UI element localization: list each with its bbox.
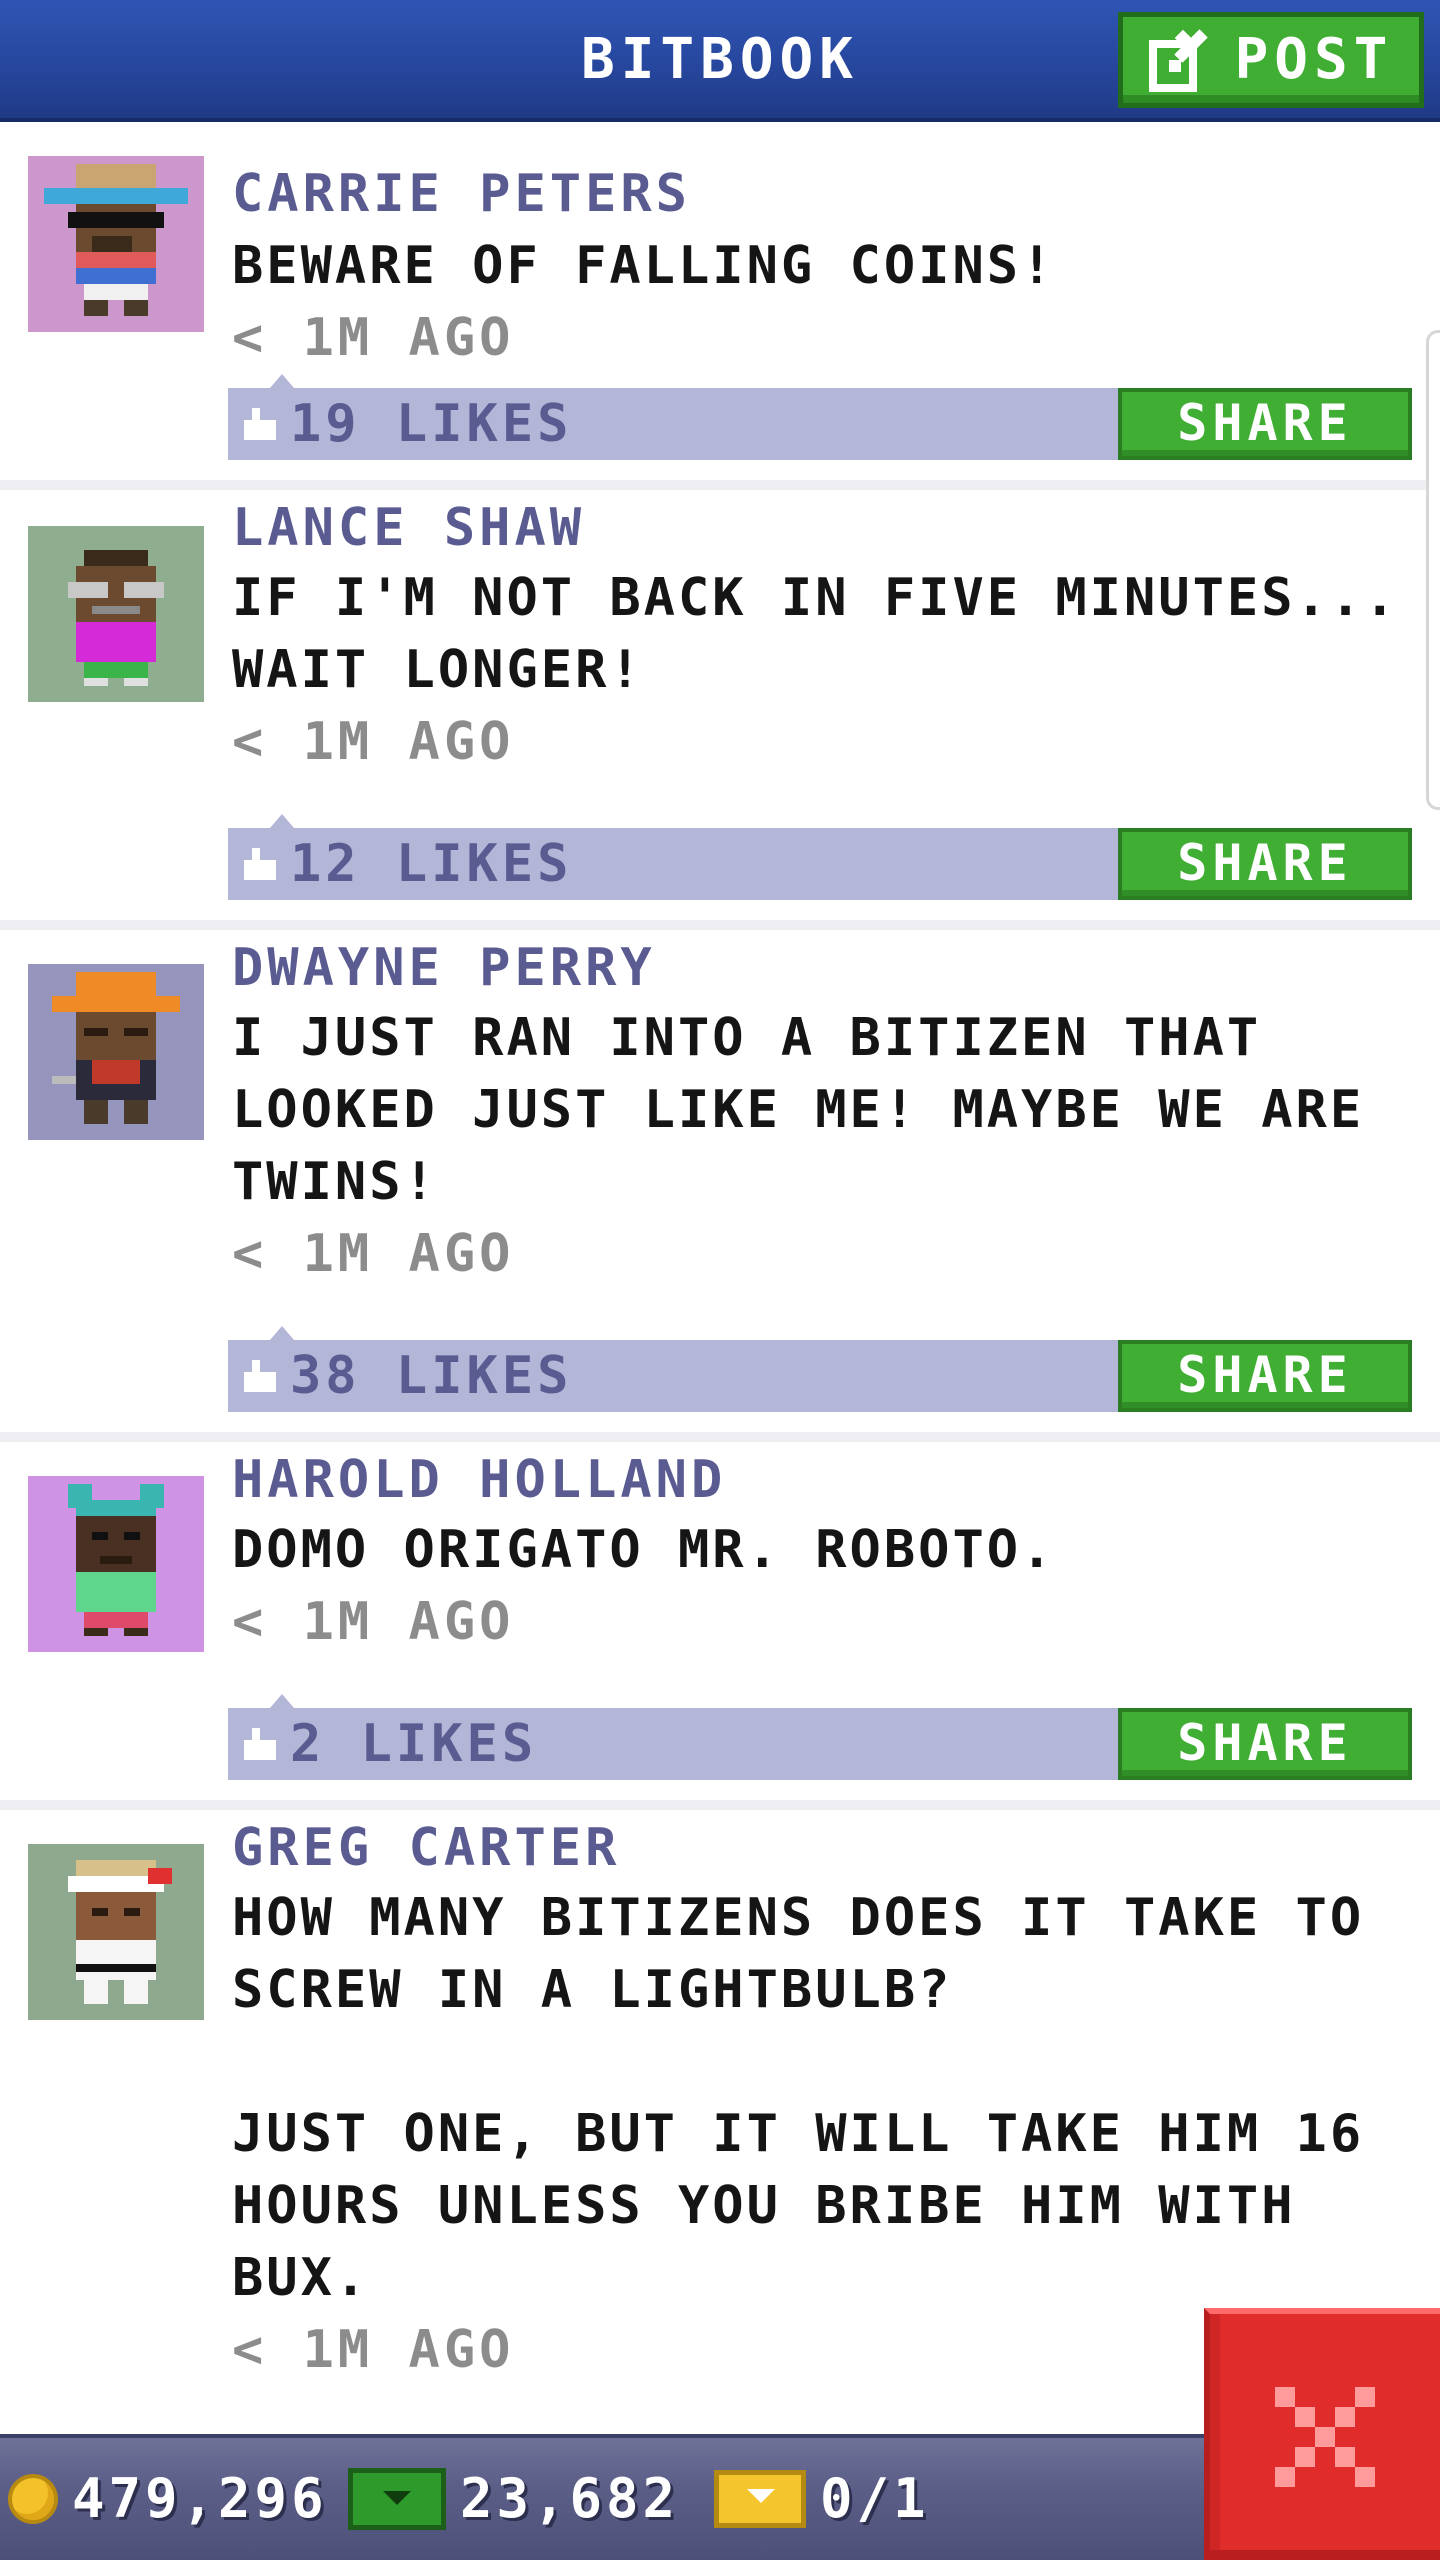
post-timestamp: < 1M AGO — [232, 1592, 515, 1652]
post-message: DOMO ORIGATO MR. ROBOTO. — [232, 1520, 1056, 1580]
bux-display[interactable]: 23,682 — [348, 2438, 679, 2560]
avatar[interactable] — [28, 1844, 204, 2020]
share-button[interactable]: SHARE — [1118, 388, 1412, 460]
likes-count: 19 LIKES — [290, 394, 573, 454]
share-button[interactable]: SHARE — [1118, 1708, 1412, 1780]
ticket-icon — [714, 2470, 806, 2528]
tickets-count: 0/1 — [820, 2467, 930, 2530]
likes-count: 2 LIKES — [290, 1714, 538, 1774]
bux-count: 23,682 — [460, 2467, 680, 2530]
post-timestamp: < 1M AGO — [232, 712, 515, 772]
coin-icon — [8, 2474, 58, 2524]
coins-count: 479,296 — [72, 2467, 328, 2530]
feed-post: CARRIE PETERS BEWARE OF FALLING COINS! <… — [0, 122, 1440, 490]
post-timestamp: < 1M AGO — [232, 1224, 515, 1284]
post-message: IF I'M NOT BACK IN FIVE MINUTES... WAIT … — [232, 568, 1399, 700]
feed-post: DWAYNE PERRY I JUST RAN INTO A BITIZEN T… — [0, 930, 1440, 1442]
thumbs-up-icon — [244, 1360, 276, 1392]
post-message: I JUST RAN INTO A BITIZEN THAT LOOKED JU… — [232, 1008, 1365, 1212]
like-button[interactable]: 2 LIKES — [240, 1708, 537, 1780]
like-button[interactable]: 12 LIKES — [240, 828, 572, 900]
like-button[interactable]: 19 LIKES — [240, 388, 572, 460]
like-button[interactable]: 38 LIKES — [240, 1340, 572, 1412]
post-divider — [0, 920, 1440, 930]
post-button[interactable]: POST — [1118, 12, 1424, 108]
feed-post: HAROLD HOLLAND DOMO ORIGATO MR. ROBOTO. … — [0, 1442, 1440, 1810]
avatar-cat-ears-icon — [68, 1484, 164, 1636]
scrollbar[interactable] — [1426, 330, 1440, 810]
avatar-hardhat-icon — [52, 972, 180, 1124]
share-button[interactable]: SHARE — [1118, 1340, 1412, 1412]
avatar[interactable] — [28, 964, 204, 1140]
likes-bar: 2 LIKES SHARE — [228, 1694, 1412, 1780]
post-timestamp: < 1M AGO — [232, 308, 515, 368]
close-button[interactable] — [1204, 2308, 1440, 2560]
post-message: BEWARE OF FALLING COINS! — [232, 236, 1056, 296]
post-divider — [0, 480, 1440, 490]
post-divider — [0, 1800, 1440, 1810]
close-icon — [1275, 2387, 1375, 2487]
avatar-sombrero-icon — [44, 164, 188, 316]
post-author[interactable]: DWAYNE PERRY — [232, 932, 656, 1004]
post-divider — [0, 1432, 1440, 1442]
feed-list[interactable]: CARRIE PETERS BEWARE OF FALLING COINS! <… — [0, 122, 1440, 2438]
likes-bar: 38 LIKES SHARE — [228, 1326, 1412, 1412]
thumbs-up-icon — [244, 1728, 276, 1760]
coins-display: 479,296 — [8, 2438, 328, 2560]
post-author[interactable]: CARRIE PETERS — [232, 158, 691, 230]
avatar[interactable] — [28, 156, 204, 332]
bitbook-screen: BITBOOK POST CARRIE PETERS BEWARE OF FAL… — [0, 0, 1440, 2560]
likes-count: 12 LIKES — [290, 834, 573, 894]
avatar-karate-icon — [68, 1860, 172, 2004]
post-message: HOW MANY BITIZENS DOES IT TAKE TO SCREW … — [232, 1888, 1365, 2308]
tickets-display[interactable]: 0/1 — [714, 2438, 930, 2560]
post-author[interactable]: GREG CARTER — [232, 1812, 620, 1884]
avatar-glasses-icon — [68, 550, 164, 686]
header-bar: BITBOOK POST — [0, 0, 1440, 122]
post-author[interactable]: HAROLD HOLLAND — [232, 1444, 726, 1516]
thumbs-up-icon — [244, 848, 276, 880]
feed-post: LANCE SHAW IF I'M NOT BACK IN FIVE MINUT… — [0, 490, 1440, 930]
bux-icon — [348, 2468, 446, 2530]
post-author[interactable]: LANCE SHAW — [232, 492, 585, 564]
thumbs-up-icon — [244, 408, 276, 440]
post-timestamp: < 1M AGO — [232, 2320, 515, 2380]
post-button-label: POST — [1234, 27, 1394, 92]
edit-icon — [1148, 29, 1208, 92]
likes-bar: 12 LIKES SHARE — [228, 814, 1412, 900]
likes-count: 38 LIKES — [290, 1346, 573, 1406]
likes-bar: 19 LIKES SHARE — [228, 374, 1412, 460]
avatar[interactable] — [28, 1476, 204, 1652]
avatar[interactable] — [28, 526, 204, 702]
share-button[interactable]: SHARE — [1118, 828, 1412, 900]
